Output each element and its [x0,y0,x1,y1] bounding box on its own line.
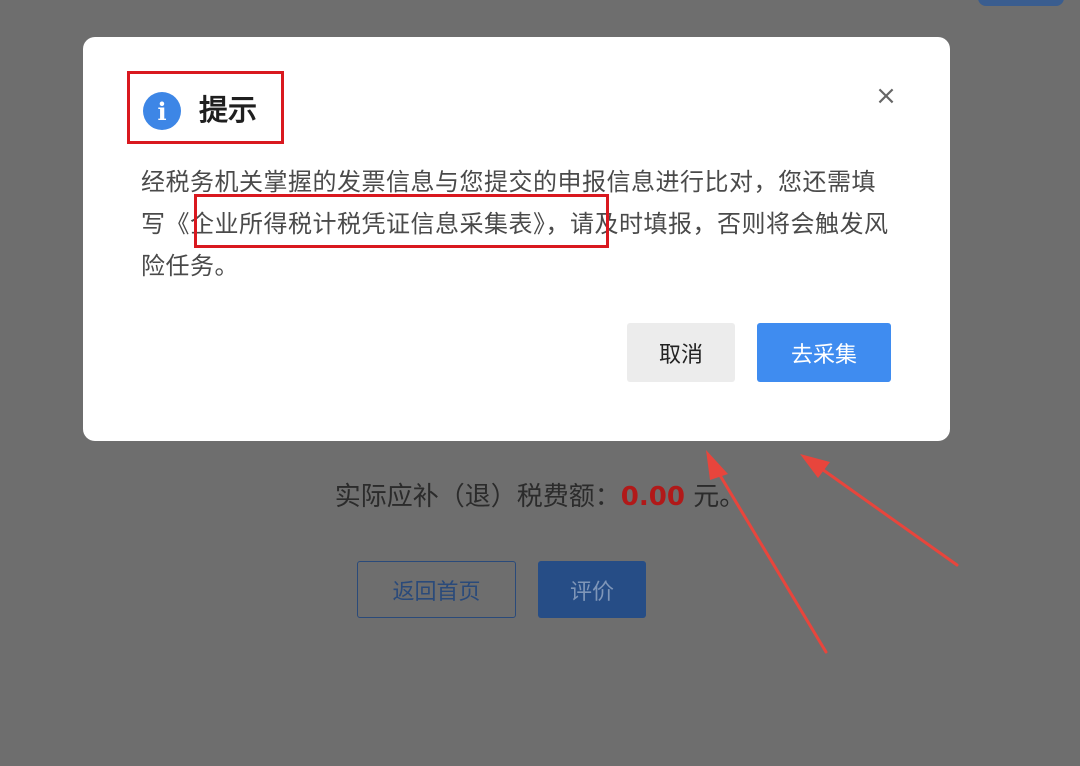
arrow-head-2 [800,454,830,478]
arrow-head-1 [706,450,728,480]
page: 实际应补（退）税费额：0.00 元。 返回首页 评价 i 提示 × 经税务机关掌… [0,0,1080,766]
annotation-arrows [706,450,959,654]
arrow-line-1 [710,460,828,654]
arrow-line-2 [810,460,959,567]
